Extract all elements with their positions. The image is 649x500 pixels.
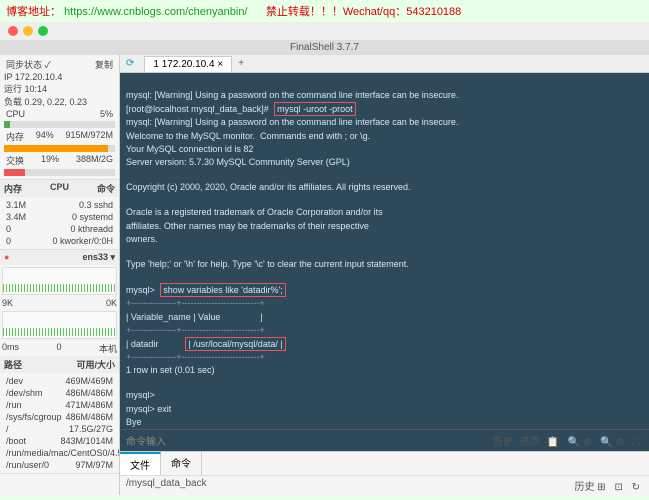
swap-label: 交换 [6, 154, 24, 167]
mem-pct: 94% [36, 130, 54, 143]
disk-row: /run/user/097M/97M [4, 459, 115, 471]
col-cmd: 命令 [97, 182, 115, 195]
cmd-placeholder[interactable]: 命令输入 [126, 433, 166, 448]
path-bar: /mysql_data_back 历史 ⊞ ⊡ ↻ [120, 475, 649, 495]
col-path: 路径 [4, 358, 22, 371]
cmd-highlight: show variables like 'datadir%'; [160, 283, 286, 297]
lat-v: 0 [56, 342, 61, 355]
disk-row: /run471M/486M [4, 399, 115, 411]
local-label: 本机 [99, 342, 117, 355]
banner-label: 博客地址： [6, 6, 61, 18]
history-button[interactable]: 历史 [493, 437, 513, 448]
tab-files[interactable]: 文件 [120, 452, 161, 475]
close-icon[interactable] [8, 26, 18, 36]
process-row: 3.4M0 systemd [4, 211, 115, 223]
path-toolbar-icons[interactable]: ⊞ ⊡ ↻ [597, 482, 643, 493]
col-mem: 内存 [4, 182, 22, 195]
uptime-label: 运行 10:14 [4, 82, 115, 95]
refresh-icon[interactable]: ⟳ [120, 55, 140, 72]
current-path[interactable]: /mysql_data_back [126, 478, 207, 493]
add-tab-icon[interactable]: + [232, 56, 250, 71]
banner-warning: 禁止转载！！！Wechat/qq：543210188 [266, 6, 461, 18]
disk-row: /run/media/mac/CentOS0/4.5G [4, 447, 115, 459]
top-banner: 博客地址： https://www.cnblogs.com/chenyanbin… [0, 0, 649, 22]
mem-label: 内存 [6, 130, 24, 143]
lat-label: 0ms [2, 342, 19, 355]
cmd-highlight: mysql -uroot -proot [274, 102, 356, 116]
net-graph [2, 267, 117, 295]
toolbar-icons[interactable]: 📋 🔍⊕ 🔍⊖ ⛶ [547, 437, 643, 448]
cpu-value: 5% [100, 109, 113, 119]
window-controls [0, 22, 649, 40]
swap-value: 388M/2G [76, 154, 113, 167]
col-size: 可用/大小 [76, 358, 115, 371]
ip-label: IP 172.20.10.4 [4, 72, 115, 82]
disk-row: /sys/fs/cgroup486M/486M [4, 411, 115, 423]
net-down: 0K [106, 298, 117, 308]
maximize-icon[interactable] [38, 26, 48, 36]
lat-graph [2, 311, 117, 339]
blog-link[interactable]: https://www.cnblogs.com/chenyanbin/ [64, 6, 247, 18]
mem-value: 915M/972M [65, 130, 113, 143]
minimize-icon[interactable] [23, 26, 33, 36]
command-input-bar: 命令输入 历史 选项 📋 🔍⊕ 🔍⊖ ⛶ [120, 429, 649, 451]
load-label: 负载 0.29, 0.22, 0.23 [4, 95, 115, 108]
process-row: 00 kworker/0:0H [4, 235, 115, 247]
path-history-button[interactable]: 历史 [575, 482, 595, 493]
cmd-highlight: | /usr/local/mysql/data/ | [185, 337, 285, 351]
sync-label: 同步状态 ✓ [6, 58, 51, 71]
tab-bar: ⟳ 1 172.20.10.4 × + [120, 55, 649, 73]
process-row: 00 kthreadd [4, 223, 115, 235]
disk-row: /17.5G/27G [4, 423, 115, 435]
options-button[interactable]: 选项 [520, 437, 540, 448]
net-up: 9K [2, 298, 13, 308]
process-row: 3.1M0.3 sshd [4, 199, 115, 211]
net-iface[interactable]: ens33 ▾ [82, 252, 115, 263]
status-panel: 同步状态 ✓ 复制 IP 172.20.10.4 运行 10:14 负载 0.29… [0, 55, 120, 495]
col-cpu: CPU [50, 182, 69, 195]
disk-row: /dev/shm486M/486M [4, 387, 115, 399]
copy-button[interactable]: 复制 [95, 58, 113, 71]
session-tab[interactable]: 1 172.20.10.4 × [144, 56, 232, 72]
terminal-output[interactable]: mysql: [Warning] Using a password on the… [120, 73, 649, 429]
disk-row: /boot843M/1014M [4, 435, 115, 447]
disk-row: /dev469M/469M [4, 375, 115, 387]
tab-commands[interactable]: 命令 [161, 452, 202, 475]
swap-pct: 19% [41, 154, 59, 167]
window-title: FinalShell 3.7.7 [0, 40, 649, 55]
cpu-label: CPU [6, 109, 25, 119]
bottom-tabs: 文件 命令 [120, 451, 649, 475]
